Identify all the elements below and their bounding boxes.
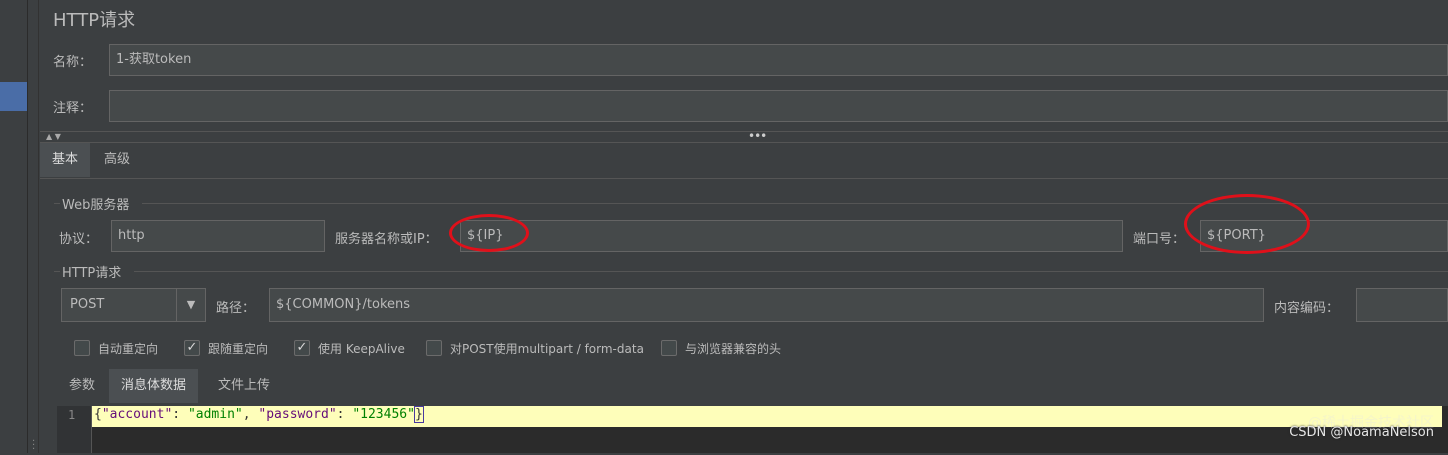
path-label: 路径： (216, 301, 256, 316)
port-highlight-ellipse (1184, 194, 1310, 254)
keepalive-label: 使用 KeepAlive (318, 342, 405, 356)
follow-redirect-label: 跟随重定向 (208, 342, 269, 356)
splitter-grip-icon[interactable]: · · · (32, 437, 35, 455)
server-field[interactable]: ${IP} (460, 220, 1123, 252)
encoding-field[interactable] (1356, 288, 1448, 322)
path-field[interactable]: ${COMMON}/tokens (269, 288, 1264, 322)
tree-selected-item[interactable] (0, 82, 27, 111)
watermark: CSDN @NoamaNelson (1289, 425, 1434, 440)
tabs-top-line (40, 142, 1448, 143)
tabs-bottom-line (40, 178, 1448, 179)
json-key-account: "account" (101, 407, 173, 422)
comment-label: 注释： (53, 101, 93, 116)
name-field[interactable]: 1-获取token (109, 44, 1448, 76)
method-dropdown-arrow-icon[interactable]: ▼ (176, 288, 206, 322)
splitter-dots-icon[interactable]: ••• (748, 129, 767, 143)
tab-basic[interactable]: 基本 (40, 143, 91, 177)
port-label: 端口号： (1133, 232, 1186, 247)
encoding-label: 内容编码： (1274, 301, 1340, 316)
keepalive-checkbox[interactable]: ✓ (294, 340, 310, 356)
browser-headers-checkbox[interactable] (661, 340, 677, 356)
section-line-right-2 (134, 271, 1448, 272)
protocol-field[interactable]: http (111, 220, 325, 252)
collapse-arrows-icon[interactable]: ▲ ▼ (46, 132, 61, 141)
follow-redirect-checkbox[interactable]: ✓ (184, 340, 200, 356)
open-brace: { (94, 407, 102, 422)
splitter-line (40, 131, 1448, 132)
auto-redirect-label: 自动重定向 (98, 342, 159, 356)
multipart-label: 对POST使用multipart / form-data (450, 342, 644, 356)
http-request-section-title: HTTP请求 (62, 266, 122, 281)
colon: : (172, 407, 188, 422)
line-number: 1 (68, 408, 76, 422)
colon-2: : (336, 407, 353, 422)
tab-parameters[interactable]: 参数 (57, 369, 107, 403)
server-label: 服务器名称或IP： (335, 232, 438, 247)
browser-headers-label: 与浏览器兼容的头 (685, 342, 782, 356)
name-label: 名称： (53, 55, 93, 70)
section-line-left (54, 203, 60, 204)
tab-body-data[interactable]: 消息体数据 (109, 369, 199, 403)
auto-redirect-checkbox[interactable] (74, 340, 90, 356)
comment-field[interactable] (109, 90, 1448, 122)
json-value-password: "123456" (352, 407, 415, 422)
tab-file-upload[interactable]: 文件上传 (206, 369, 282, 403)
left-tree-rail (0, 0, 28, 453)
json-key-password: "password" (258, 407, 337, 422)
web-server-section-title: Web服务器 (62, 198, 130, 213)
close-brace: } (413, 406, 424, 423)
server-highlight-ellipse (449, 214, 529, 252)
section-line-left-2 (54, 271, 60, 272)
panel-title: HTTP请求 (53, 10, 136, 31)
comma: , (242, 407, 259, 422)
code-line-1[interactable]: {"account": "admin", "password": "123456… (94, 406, 424, 423)
method-select[interactable]: POST (61, 288, 177, 322)
json-value-admin: "admin" (187, 407, 243, 422)
rail-divider (38, 0, 39, 453)
tab-advanced[interactable]: 高级 (92, 143, 142, 177)
protocol-label: 协议： (59, 232, 99, 247)
multipart-checkbox[interactable] (426, 340, 442, 356)
